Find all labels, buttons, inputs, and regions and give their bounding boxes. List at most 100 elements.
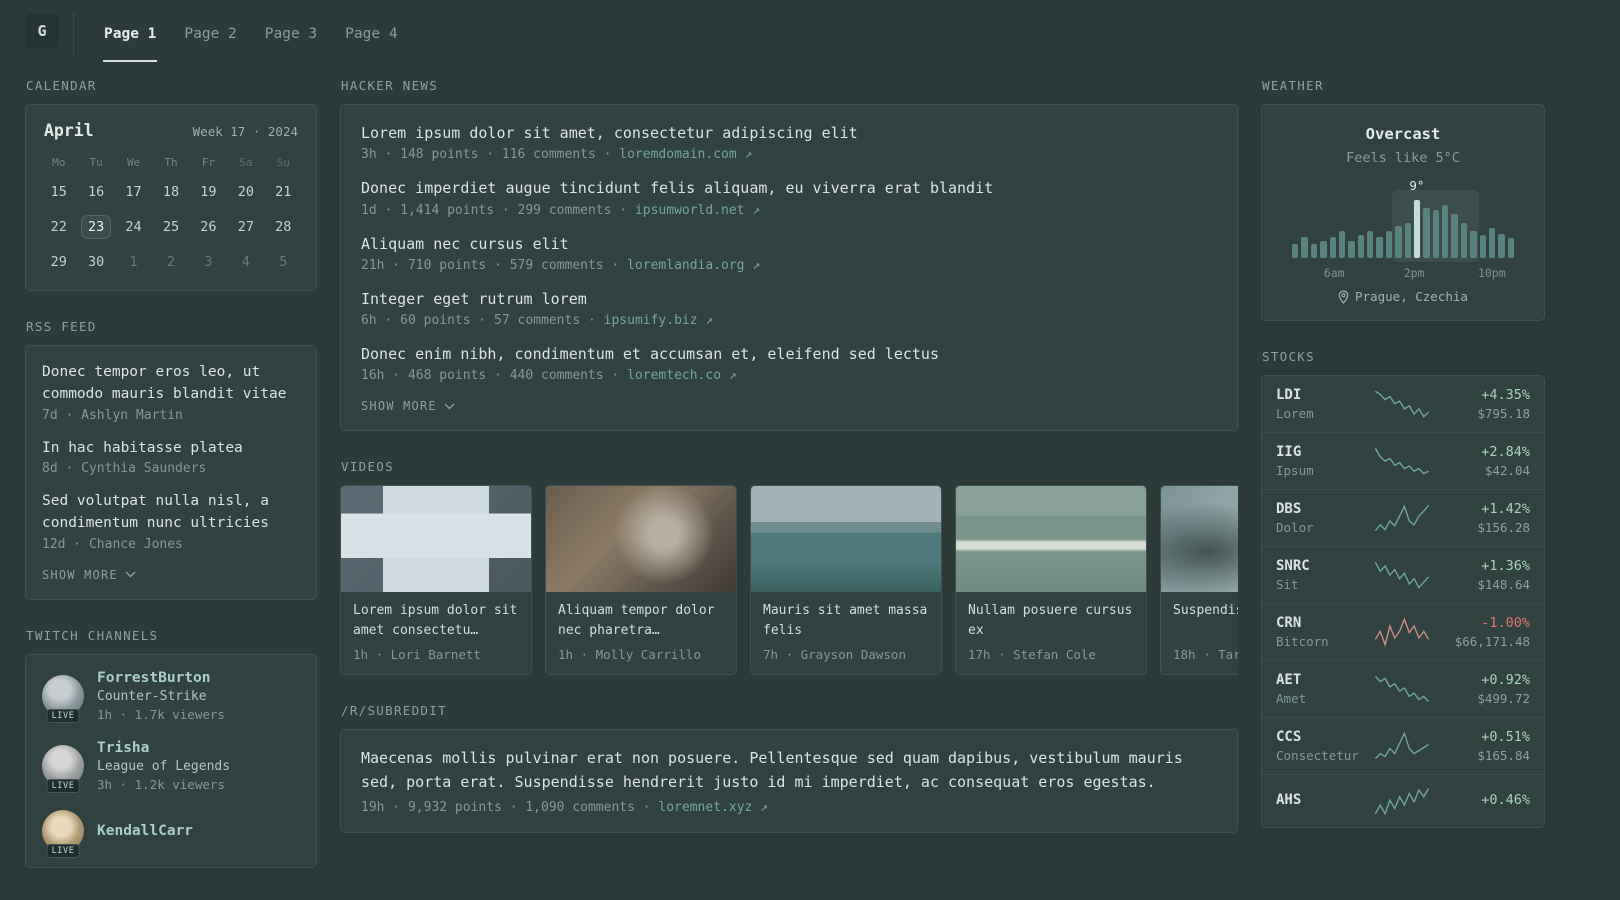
story-source-link[interactable]: loremtech.co ↗ (627, 368, 737, 383)
calendar-day: 27 (237, 219, 254, 235)
post-source-link[interactable]: loremnet.xyz ↗ (658, 800, 768, 815)
avatar: LIVE (42, 809, 84, 858)
stock-row[interactable]: AHS +0.46% (1262, 774, 1544, 827)
twitch-channel-row[interactable]: LIVE KendallCarr (42, 809, 300, 858)
rss-item-title[interactable]: Sed volutpat nulla nisl, a condimentum n… (42, 491, 300, 535)
weather-bars (1292, 200, 1514, 258)
app-logo[interactable]: G (25, 14, 59, 48)
stock-row[interactable]: CCS Consectetur +0.51% $165.84 (1262, 717, 1544, 774)
twitch-card: LIVE ForrestBurton Counter-Strike 1h · 1… (25, 653, 317, 868)
stocks-widget: STOCKS LDI Lorem +4.35% $795.18 IIG Ipsu… (1261, 349, 1545, 828)
hackernews-item: Lorem ipsum dolor sit amet, consectetur … (361, 123, 1217, 162)
hackernews-card: Lorem ipsum dolor sit amet, consectetur … (340, 104, 1238, 432)
stock-row[interactable]: LDI Lorem +4.35% $795.18 (1262, 376, 1544, 432)
twitch-widget: TWITCH CHANNELS LIVE ForrestBurton Count… (25, 628, 317, 868)
video-title[interactable]: Suspendisse diam (1173, 601, 1238, 640)
stock-row[interactable]: CRN Bitcorn -1.00% $66,171.48 (1262, 603, 1544, 660)
subreddit-widget-title: /R/SUBREDDIT (341, 703, 447, 719)
weather-bar (1320, 240, 1327, 258)
video-card[interactable]: Aliquam tempor dolor nec pharetra… 1h · … (545, 485, 737, 676)
tab-page-4[interactable]: Page 4 (331, 6, 411, 62)
story-source-link[interactable]: loremdomain.com ↗ (619, 147, 752, 162)
stock-sparkline (1366, 617, 1438, 647)
story-source-link[interactable]: ipsumworld.net ↗ (635, 203, 760, 218)
weather-bar (1329, 237, 1336, 258)
stock-identity: AET Amet (1276, 672, 1366, 706)
story-source-link[interactable]: loremlandia.org ↗ (627, 258, 760, 273)
stock-row[interactable]: DBS Dolor +1.42% $156.28 (1262, 489, 1544, 546)
video-title[interactable]: Aliquam tempor dolor nec pharetra… (558, 601, 724, 640)
tab-page-2[interactable]: Page 2 (170, 6, 250, 62)
story-title[interactable]: Donec enim nibh, condimentum et accumsan… (361, 344, 1217, 364)
calendar-day-header: Su (276, 156, 290, 169)
video-info: Suspendisse diam 18h · Tara (1161, 592, 1238, 674)
video-thumbnail[interactable] (956, 486, 1146, 593)
dashboard-columns: CALENDAR April Week 17 · 2024 Mo Tu We T… (0, 62, 1620, 868)
story-source-link[interactable]: ipsumify.biz ↗ (604, 313, 714, 328)
hackernews-show-more-button[interactable]: SHOW MORE (361, 399, 455, 413)
stock-name: Consectetur (1276, 748, 1359, 763)
video-thumbnail[interactable] (751, 486, 941, 593)
calendar-day-header: We (126, 156, 141, 169)
hackernews-widget-title: HACKER NEWS (341, 78, 439, 93)
tab-page-1[interactable]: Page 1 (90, 6, 170, 62)
calendar-day: 25 (162, 219, 180, 235)
video-card[interactable]: Lorem ipsum dolor sit amet consectetu… 1… (340, 485, 532, 676)
rss-item: Donec tempor eros leo, ut commodo mauris… (42, 362, 300, 423)
calendar-day: 30 (88, 254, 105, 270)
stock-row[interactable]: AET Amet +0.92% $499.72 (1262, 660, 1544, 717)
hackernews-item: Aliquam nec cursus elit 21h · 710 points… (361, 234, 1217, 273)
twitch-channel-row[interactable]: LIVE ForrestBurton Counter-Strike 1h · 1… (42, 670, 300, 723)
video-title[interactable]: Mauris sit amet massa felis (763, 601, 929, 640)
stock-sparkline (1366, 731, 1438, 761)
middle-column: HACKER NEWS Lorem ipsum dolor sit amet, … (340, 78, 1238, 833)
channel-name[interactable]: Trisha (97, 740, 230, 756)
tab-page-3[interactable]: Page 3 (251, 6, 331, 62)
stock-row[interactable]: IIG Ipsum +2.84% $42.04 (1262, 432, 1544, 489)
video-thumbnail[interactable] (1161, 486, 1238, 593)
video-thumbnail[interactable] (341, 486, 531, 593)
calendar-day-next-month: 1 (129, 254, 138, 270)
weather-widget-title: WEATHER (1262, 78, 1324, 93)
rss-show-more-button[interactable]: SHOW MORE (42, 568, 136, 582)
story-title[interactable]: Donec imperdiet augue tincidunt felis al… (361, 178, 1217, 198)
stock-identity: DBS Dolor (1276, 501, 1366, 535)
stock-name: Amet (1276, 691, 1307, 706)
calendar-widget-title: CALENDAR (26, 78, 97, 93)
stock-price: $148.64 (1477, 577, 1530, 592)
video-card[interactable]: Nullam posuere cursus ex 17h · Stefan Co… (955, 485, 1147, 676)
stock-name: Sit (1276, 577, 1299, 592)
channel-name[interactable]: ForrestBurton (97, 670, 225, 686)
story-title[interactable]: Aliquam nec cursus elit (361, 234, 1217, 254)
video-title[interactable]: Lorem ipsum dolor sit amet consectetu… (353, 601, 519, 640)
twitch-channel-row[interactable]: LIVE Trisha League of Legends 3h · 1.2k … (42, 740, 300, 793)
post-stats: 19h · 9,932 points · 1,090 comments · (361, 799, 651, 815)
top-nav: G Page 1 Page 2 Page 3 Page 4 (0, 0, 1620, 62)
stock-values: +4.35% $795.18 (1438, 387, 1530, 421)
calendar-day-next-month: 4 (241, 254, 250, 270)
stock-price: $499.72 (1477, 691, 1530, 706)
story-title[interactable]: Integer eget rutrum lorem (361, 289, 1217, 309)
story-stats: 16h · 468 points · 440 comments · (361, 368, 620, 384)
video-title[interactable]: Nullam posuere cursus ex (968, 601, 1134, 640)
story-meta: 1d · 1,414 points · 299 comments · ipsum… (361, 203, 1217, 218)
stock-row[interactable]: SNRC Sit +1.36% $148.64 (1262, 546, 1544, 603)
story-meta: 3h · 148 points · 116 comments · loremdo… (361, 147, 1217, 162)
rss-item-title[interactable]: In hac habitasse platea (42, 438, 300, 460)
video-meta: 1h · Molly Carrillo (558, 647, 701, 663)
hackernews-item: Donec enim nibh, condimentum et accumsan… (361, 344, 1217, 383)
video-card[interactable]: Suspendisse diam 18h · Tara (1160, 485, 1238, 676)
story-title[interactable]: Lorem ipsum dolor sit amet, consectetur … (361, 123, 1217, 143)
video-thumbnail[interactable] (546, 486, 736, 593)
rss-item: In hac habitasse platea 8d · Cynthia Sau… (42, 438, 300, 477)
channel-name[interactable]: KendallCarr (97, 823, 193, 839)
rss-widget-title: RSS FEED (26, 319, 97, 334)
rss-item-title[interactable]: Donec tempor eros leo, ut commodo mauris… (42, 362, 300, 406)
weather-location-label: Prague, Czechia (1355, 289, 1468, 304)
live-badge: LIVE (46, 708, 80, 723)
video-card[interactable]: Mauris sit amet massa felis 7h · Grayson… (750, 485, 942, 676)
post-title[interactable]: Maecenas mollis pulvinar erat non posuer… (361, 747, 1217, 794)
hour-label: 10pm (1477, 266, 1506, 280)
story-meta: 21h · 710 points · 579 comments · loreml… (361, 258, 1217, 273)
hour-label: 6am (1323, 266, 1345, 280)
